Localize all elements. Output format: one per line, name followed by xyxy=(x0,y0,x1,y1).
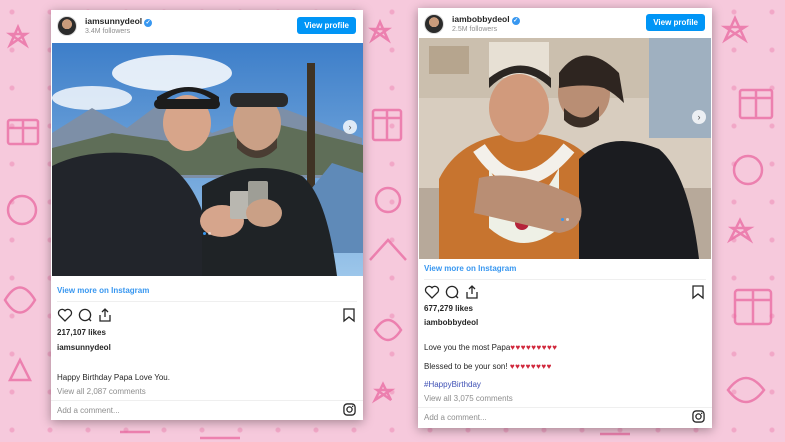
caption-line: Blessed to be your son! ♥♥♥♥♥♥♥♥ xyxy=(424,362,552,371)
next-photo-button[interactable]: › xyxy=(692,110,706,124)
divider xyxy=(57,301,357,302)
username-link[interactable]: iambobbydeol ✓ xyxy=(452,14,520,25)
username[interactable]: iamsunnydeol xyxy=(85,16,142,26)
post-header: iamsunnydeol ✓ 3.4M followers View profil… xyxy=(51,10,363,42)
share-icon[interactable] xyxy=(464,284,480,300)
comment-icon[interactable] xyxy=(444,284,460,300)
comment-icon[interactable] xyxy=(77,307,93,323)
caption-text: Blessed to be your son! xyxy=(424,362,508,371)
view-all-comments-link[interactable]: View all 3,075 comments xyxy=(424,394,513,403)
caption-text: Happy Birthday Papa Love You. xyxy=(57,373,170,382)
avatar[interactable] xyxy=(57,16,77,36)
followers-count: 3.4M followers xyxy=(85,28,131,35)
verified-icon: ✓ xyxy=(144,19,153,27)
post-photo[interactable] xyxy=(52,43,363,276)
add-comment-input[interactable]: Add a comment... xyxy=(424,413,487,422)
likes-count[interactable]: 677,279 likes xyxy=(424,304,473,313)
add-comment-input[interactable]: Add a comment... xyxy=(57,406,120,415)
share-icon[interactable] xyxy=(97,307,113,323)
bookmark-icon[interactable] xyxy=(341,307,357,323)
instagram-icon[interactable] xyxy=(692,410,705,423)
heart-icon[interactable] xyxy=(424,284,440,300)
view-profile-button[interactable]: View profile xyxy=(297,17,356,34)
carousel-dot xyxy=(208,232,211,235)
divider xyxy=(51,400,363,401)
view-more-link[interactable]: View more on Instagram xyxy=(57,286,149,295)
hashtag-link[interactable]: #HappyBirthday xyxy=(424,380,481,389)
divider xyxy=(424,279,706,280)
next-photo-button[interactable]: › xyxy=(343,120,357,134)
heart-emoji-row: ♥♥♥♥♥♥♥♥ xyxy=(509,362,552,371)
carousel-dot-active xyxy=(203,232,206,235)
caption-text: Love you the most Papa xyxy=(424,343,511,352)
caption-line: Love you the most Papa♥♥♥♥♥♥♥♥♥ xyxy=(424,343,558,352)
heart-icon[interactable] xyxy=(57,307,73,323)
carousel-dot xyxy=(566,218,569,221)
instagram-icon[interactable] xyxy=(343,403,356,416)
bookmark-icon[interactable] xyxy=(690,284,706,300)
verified-icon: ✓ xyxy=(511,17,520,25)
avatar[interactable] xyxy=(424,14,444,34)
caption-username[interactable]: iamsunnydeol xyxy=(57,343,111,352)
instagram-embed-sunny: iamsunnydeol ✓ 3.4M followers View profil… xyxy=(51,10,363,420)
view-more-link[interactable]: View more on Instagram xyxy=(424,264,516,273)
post-header: iambobbydeol ✓ 2.5M followers View profil… xyxy=(418,8,712,40)
view-profile-button[interactable]: View profile xyxy=(646,14,705,31)
divider xyxy=(418,407,712,408)
likes-count[interactable]: 217,107 likes xyxy=(57,328,106,337)
photo-illustration xyxy=(419,38,711,259)
followers-count: 2.5M followers xyxy=(452,26,498,33)
caption-username[interactable]: iambobbydeol xyxy=(424,318,478,327)
heart-emoji-row: ♥♥♥♥♥♥♥♥♥ xyxy=(510,343,558,352)
view-all-comments-link[interactable]: View all 2,087 comments xyxy=(57,387,146,396)
carousel-indicator xyxy=(51,232,363,235)
instagram-embed-bobby: iambobbydeol ✓ 2.5M followers View profil… xyxy=(418,8,712,428)
post-photo[interactable] xyxy=(419,38,711,259)
action-bar xyxy=(57,307,357,323)
photo-illustration xyxy=(52,43,363,276)
carousel-indicator xyxy=(418,218,712,221)
username[interactable]: iambobbydeol xyxy=(452,14,510,24)
username-link[interactable]: iamsunnydeol ✓ xyxy=(85,16,153,27)
action-bar xyxy=(424,284,706,300)
carousel-dot-active xyxy=(561,218,564,221)
